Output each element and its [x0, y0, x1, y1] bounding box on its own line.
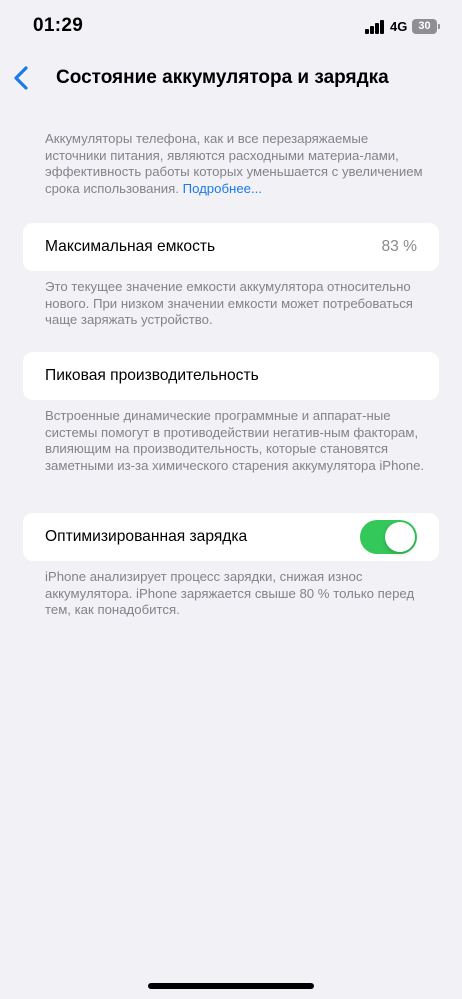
max-capacity-row: Максимальная емкость 83 % — [23, 223, 439, 271]
battery-tip — [438, 24, 440, 29]
max-capacity-description: Это текущее значение емкости аккумулятор… — [45, 279, 413, 328]
battery-icon: 30 — [412, 19, 437, 34]
max-capacity-label: Максимальная емкость — [45, 238, 216, 255]
cellular-signal-icon — [365, 20, 385, 34]
peak-performance-label: Пиковая производительность — [45, 367, 259, 384]
home-indicator[interactable] — [148, 983, 314, 989]
optimized-charging-description: iPhone анализирует процесс зарядки, сниж… — [45, 569, 415, 618]
optimized-charging-row: Оптимизированная зарядка — [23, 513, 439, 561]
toggle-knob — [385, 522, 415, 552]
intro-text: Аккумуляторы телефона, как и все перезар… — [45, 131, 425, 197]
network-type: 4G — [390, 19, 408, 34]
peak-performance-description: Встроенные динамические программные и ап… — [45, 408, 425, 473]
optimized-charging-toggle[interactable] — [360, 520, 417, 554]
back-button[interactable] — [10, 62, 36, 94]
peak-performance-row: Пиковая производительность — [23, 352, 439, 400]
learn-more-link[interactable]: Подробнее... — [183, 181, 262, 196]
status-bar: 01:29 4G 30 — [0, 0, 462, 54]
status-time: 01:29 — [33, 15, 84, 36]
page-title: Состояние аккумулятора и зарядка — [56, 67, 389, 88]
chevron-left-icon — [14, 66, 28, 90]
max-capacity-value: 83 % — [381, 238, 417, 255]
optimized-charging-label: Оптимизированная зарядка — [45, 528, 248, 545]
